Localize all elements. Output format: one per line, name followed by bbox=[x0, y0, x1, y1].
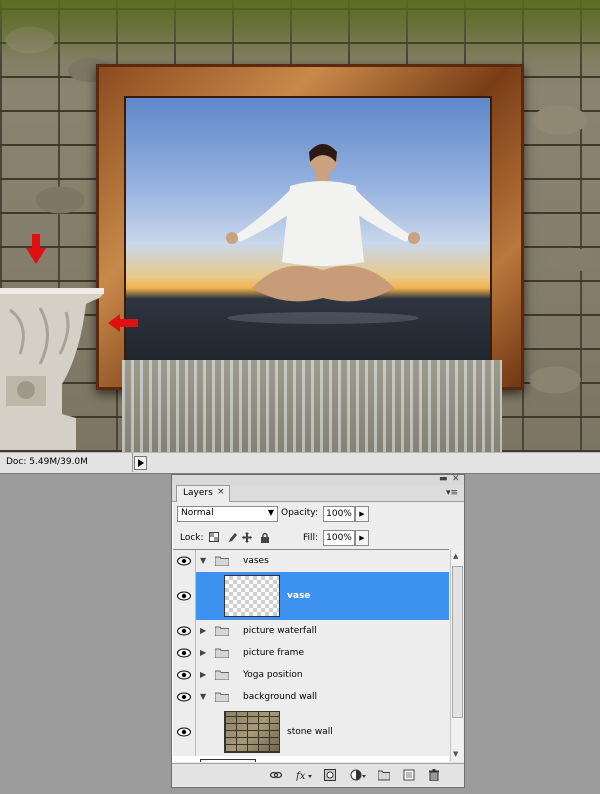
tab-close-icon[interactable]: × bbox=[217, 487, 225, 497]
eye-icon[interactable] bbox=[177, 556, 191, 566]
stone-vase[interactable] bbox=[0, 284, 108, 450]
doc-size-text: Doc: 5.49M/39.0M bbox=[6, 457, 88, 467]
tab-layers-label: Layers bbox=[183, 488, 213, 498]
folder-icon bbox=[215, 626, 229, 636]
layers-list: ▼ vases vase ▶ picture waterfall ▶ pictu… bbox=[173, 549, 449, 762]
layer-row-yoga-position[interactable]: ▶ Yoga position bbox=[173, 664, 449, 687]
moss-overlay bbox=[0, 0, 600, 60]
trash-icon[interactable] bbox=[428, 769, 440, 781]
tab-layers[interactable]: Layers × bbox=[176, 485, 230, 502]
status-menu-button[interactable] bbox=[134, 456, 147, 470]
red-arrow-down-icon bbox=[26, 234, 46, 264]
collapse-triangle-icon[interactable]: ▶ bbox=[200, 626, 206, 635]
layers-scrollbar[interactable]: ▲ ▼ bbox=[450, 550, 463, 761]
panel-close-icon[interactable]: ✕ bbox=[452, 474, 460, 484]
link-icon[interactable] bbox=[270, 769, 282, 781]
scroll-up-icon[interactable]: ▲ bbox=[453, 552, 458, 560]
new-group-icon[interactable] bbox=[378, 769, 390, 781]
scroll-down-icon[interactable]: ▼ bbox=[453, 750, 458, 758]
panel-menu-icon[interactable]: ▾≡ bbox=[446, 488, 458, 498]
mask-icon[interactable] bbox=[324, 769, 336, 781]
document-canvas[interactable] bbox=[0, 0, 600, 452]
layer-row-background-wall[interactable]: ▼ background wall bbox=[173, 686, 449, 709]
opacity-slider-button[interactable]: ▶ bbox=[355, 506, 369, 522]
panel-footer: fx bbox=[172, 763, 464, 786]
fill-label: Fill: bbox=[303, 533, 319, 543]
layer-row-vases[interactable]: ▼ vases bbox=[173, 550, 449, 573]
new-layer-icon[interactable] bbox=[403, 769, 415, 781]
expand-triangle-icon[interactable]: ▼ bbox=[200, 692, 206, 701]
blend-mode-select[interactable]: Normal ▼ bbox=[177, 506, 278, 522]
framed-picture bbox=[126, 98, 490, 362]
adjustment-icon[interactable] bbox=[350, 769, 366, 781]
eye-icon[interactable] bbox=[177, 692, 191, 702]
layer-thumbnail[interactable] bbox=[224, 575, 280, 617]
layer-row-vase[interactable]: vase bbox=[173, 572, 449, 621]
collapse-triangle-icon[interactable]: ▶ bbox=[200, 648, 206, 657]
picture-frame bbox=[96, 64, 524, 390]
layer-thumbnail bbox=[200, 759, 256, 762]
layer-name: stone wall bbox=[287, 727, 333, 737]
eye-icon[interactable] bbox=[177, 648, 191, 658]
folder-icon bbox=[215, 670, 229, 680]
layer-name: vase bbox=[287, 591, 311, 601]
doc-size-field[interactable]: Doc: 5.49M/39.0M bbox=[0, 453, 133, 472]
layer-name: background wall bbox=[243, 692, 317, 702]
lock-move-icon[interactable] bbox=[242, 532, 252, 543]
folder-icon bbox=[215, 648, 229, 658]
yoga-woman-figure bbox=[226, 144, 420, 324]
layer-name: picture waterfall bbox=[243, 626, 317, 636]
opacity-label: Opacity: bbox=[281, 508, 318, 518]
fx-icon[interactable]: fx bbox=[296, 769, 312, 781]
play-arrow-icon bbox=[138, 459, 144, 467]
layer-name: vases bbox=[243, 556, 269, 566]
panel-titlebar[interactable] bbox=[172, 475, 464, 485]
blend-mode-value: Normal bbox=[181, 508, 214, 518]
red-arrow-left-icon bbox=[108, 314, 138, 332]
expand-triangle-icon[interactable]: ▼ bbox=[200, 556, 206, 565]
layer-thumbnail[interactable] bbox=[224, 711, 280, 753]
eye-icon[interactable] bbox=[177, 670, 191, 680]
layer-name: Yoga position bbox=[243, 670, 303, 680]
scroll-thumb[interactable] bbox=[452, 566, 463, 718]
folder-icon bbox=[215, 692, 229, 702]
layer-row-picture-frame[interactable]: ▶ picture frame bbox=[173, 642, 449, 665]
lock-label: Lock: bbox=[180, 533, 204, 543]
layers-panel: ▬ ✕ Layers × ▾≡ Normal ▼ Opacity: 100% ▶… bbox=[171, 474, 465, 788]
layer-name: picture frame bbox=[243, 648, 304, 658]
eye-icon[interactable] bbox=[177, 591, 191, 601]
collapse-triangle-icon[interactable]: ▶ bbox=[200, 670, 206, 679]
eye-icon[interactable] bbox=[177, 727, 191, 737]
opacity-input[interactable]: 100% bbox=[323, 506, 355, 522]
fill-slider-button[interactable]: ▶ bbox=[355, 530, 369, 546]
waterfall bbox=[122, 360, 502, 452]
layer-row-picture-waterfall[interactable]: ▶ picture waterfall bbox=[173, 620, 449, 643]
lock-all-icon[interactable] bbox=[260, 532, 270, 543]
lock-transparent-icon[interactable] bbox=[209, 532, 219, 543]
layer-row-stone-wall[interactable]: stone wall bbox=[173, 708, 449, 757]
folder-icon bbox=[215, 556, 229, 566]
layer-row-partial[interactable] bbox=[173, 756, 449, 762]
svg-text:fx: fx bbox=[296, 771, 306, 781]
minimize-icon[interactable]: ▬ bbox=[439, 474, 448, 484]
chevron-down-icon: ▼ bbox=[267, 508, 274, 517]
eye-icon[interactable] bbox=[177, 626, 191, 636]
tab-row: Layers × bbox=[172, 485, 464, 502]
fill-input[interactable]: 100% bbox=[323, 530, 355, 546]
lock-brush-icon[interactable] bbox=[227, 532, 237, 543]
status-bar: Doc: 5.49M/39.0M bbox=[0, 452, 600, 474]
